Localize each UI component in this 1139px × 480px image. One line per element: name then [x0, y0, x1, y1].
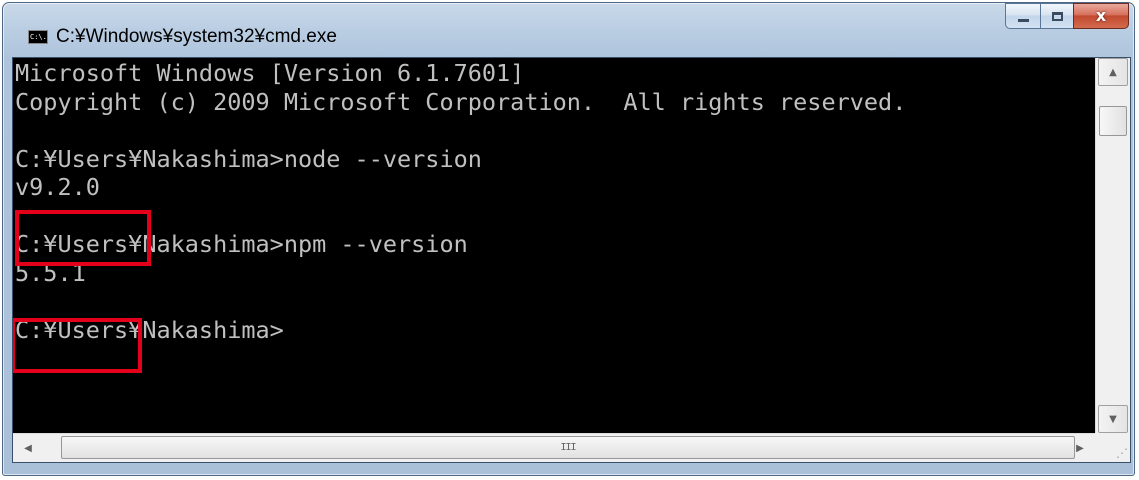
scroll-right-icon: ▶	[1076, 442, 1084, 454]
console-line: C:¥Users¥Nakashima>npm --version	[15, 230, 468, 258]
scroll-down-button[interactable]: ▼	[1098, 405, 1128, 433]
highlight-box-node-version	[15, 210, 151, 266]
horizontal-scroll-thumb[interactable]: III	[61, 436, 1075, 459]
console-line-npm-version: 5.5.1	[15, 258, 86, 287]
maximize-button[interactable]	[1040, 3, 1073, 29]
size-grip-icon: ⋰	[1116, 446, 1128, 460]
window-title: C:¥Windows¥system32¥cmd.exe	[56, 26, 337, 47]
console-line: Microsoft Windows [Version 6.1.7601]	[15, 59, 525, 87]
console-prompt-line: C:¥Users¥Nakashima>	[15, 315, 284, 344]
console-line: C:¥Users¥Nakashima>node --version	[15, 144, 482, 173]
close-icon: x	[1095, 6, 1107, 25]
vertical-scrollbar[interactable]: ▲ ▼	[1095, 58, 1130, 433]
caption-buttons: x	[1005, 3, 1129, 29]
scroll-up-icon: ▲	[1109, 66, 1117, 78]
cmd-app-icon[interactable]: C:\.	[28, 30, 48, 44]
maximize-icon	[1051, 11, 1063, 21]
scroll-left-icon: ◀	[24, 442, 32, 454]
highlight-box-npm-version	[13, 318, 142, 373]
close-button[interactable]: x	[1073, 3, 1129, 29]
scroll-down-icon: ▼	[1109, 413, 1117, 425]
scroll-left-button[interactable]: ◀	[14, 435, 42, 461]
vertical-scroll-thumb[interactable]	[1099, 106, 1127, 136]
console-line-node-version: v9.2.0	[15, 173, 100, 201]
scroll-up-button[interactable]: ▲	[1098, 58, 1128, 86]
console-line: Copyright (c) 2009 Microsoft Corporation…	[15, 87, 907, 116]
scroll-right-button[interactable]: ▶	[1066, 435, 1094, 461]
resize-corner[interactable]: ⋰	[1095, 433, 1130, 462]
minimize-icon	[1017, 18, 1029, 22]
console-output[interactable]: Microsoft Windows [Version 6.1.7601] Cop…	[13, 58, 1095, 433]
minimize-button[interactable]	[1005, 3, 1040, 29]
console-client-area: Microsoft Windows [Version 6.1.7601] Cop…	[12, 57, 1131, 463]
horizontal-scrollbar[interactable]: ◀ III ▶	[13, 433, 1095, 462]
grip-icon: III	[560, 442, 576, 453]
